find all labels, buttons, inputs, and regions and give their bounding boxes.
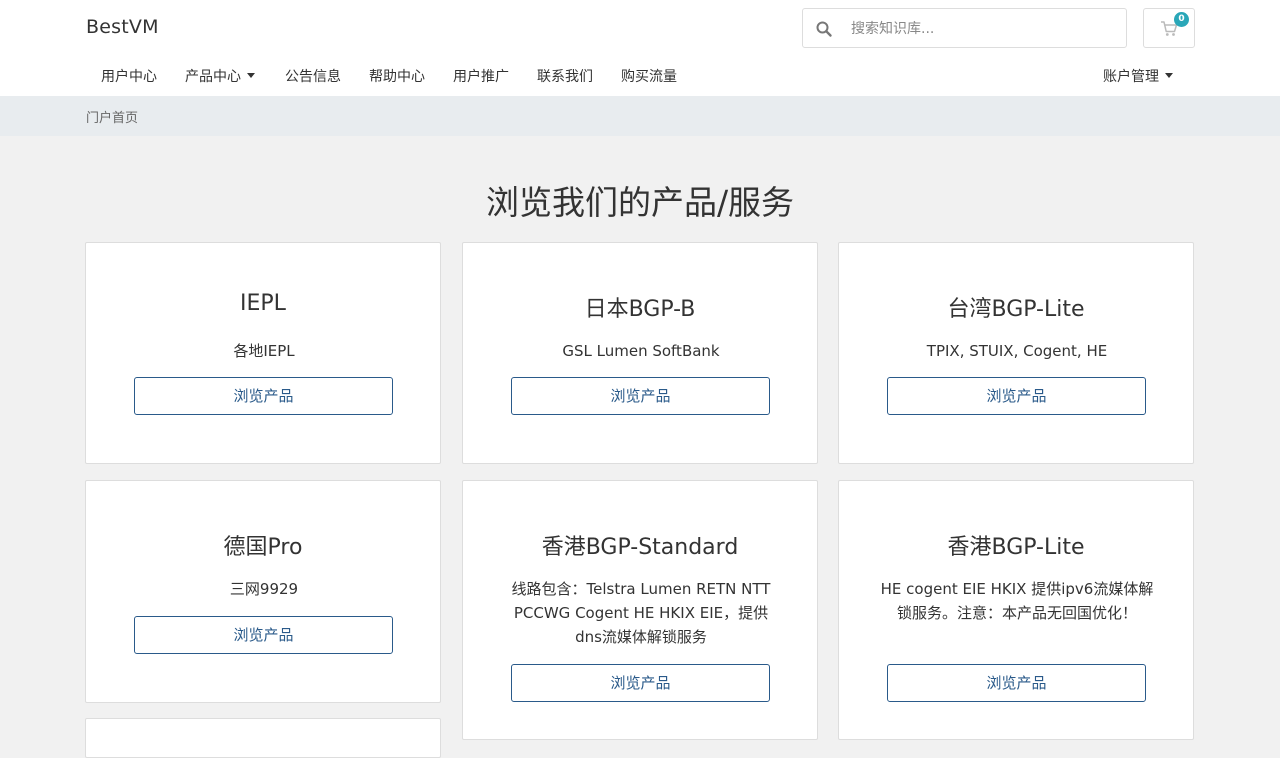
product-card-taiwan-bgp-lite: 台湾BGP-Lite TPIX, STUIX, Cogent, HE 浏览产品: [838, 242, 1194, 464]
chevron-down-icon: [247, 72, 255, 78]
product-card-partial: [85, 718, 441, 758]
nav-item-label: 用户推广: [453, 69, 509, 85]
nav-item-label: 联系我们: [537, 69, 593, 85]
product-description: HE cogent EIE HKIX 提供ipv6流媒体解锁服务。注意：本产品无…: [880, 580, 1154, 622]
browse-products-button[interactable]: 浏览产品: [887, 377, 1146, 415]
breadcrumb: 门户首页: [86, 111, 139, 126]
nav-item-label: 账户管理: [1103, 69, 1159, 85]
product-name: 日本BGP-B: [584, 297, 696, 322]
product-description: TPIX, STUIX, Cogent, HE: [926, 342, 1108, 360]
product-name: 台湾BGP-Lite: [947, 297, 1085, 322]
nav-item-buy-traffic[interactable]: 购买流量: [621, 66, 677, 86]
nav-item-user-center[interactable]: 用户中心: [101, 66, 157, 86]
knowledgebase-search[interactable]: [802, 8, 1127, 48]
chevron-down-icon: [1165, 72, 1173, 78]
product-name: 香港BGP-Lite: [947, 535, 1085, 560]
product-card-hk-bgp-standard: 香港BGP-Standard 线路包含：Telstra Lumen RETN N…: [462, 480, 818, 740]
breadcrumb-bar: 门户首页: [0, 96, 1280, 136]
product-card-germany-pro: 德国Pro 三网9929 浏览产品: [85, 480, 441, 703]
product-name: IEPL: [240, 291, 286, 316]
product-description: 线路包含：Telstra Lumen RETN NTT PCCWG Cogent…: [511, 580, 771, 646]
nav-item-announcements[interactable]: 公告信息: [285, 66, 341, 86]
browse-products-button[interactable]: 浏览产品: [134, 616, 393, 654]
product-name: 德国Pro: [223, 535, 303, 560]
browse-products-button[interactable]: 浏览产品: [134, 377, 393, 415]
product-description: 各地IEPL: [233, 342, 295, 360]
nav-item-affiliates[interactable]: 用户推广: [453, 66, 509, 86]
site-header: BestVM 0 用户中心 产品中心 公告信息 帮助中心 用户推广 联系我们 购…: [0, 0, 1280, 96]
search-icon[interactable]: [815, 20, 833, 38]
brand-logo[interactable]: BestVM: [86, 16, 159, 38]
page-title: 浏览我们的产品/服务: [485, 183, 795, 222]
nav-item-label: 帮助中心: [369, 69, 425, 85]
browse-products-button[interactable]: 浏览产品: [887, 664, 1146, 702]
browse-products-button[interactable]: 浏览产品: [511, 377, 770, 415]
nav-item-label: 购买流量: [621, 69, 677, 85]
cart-button[interactable]: 0: [1143, 8, 1195, 48]
product-description: 三网9929: [229, 580, 299, 598]
product-description: GSL Lumen SoftBank: [562, 342, 720, 360]
product-card-hk-bgp-lite: 香港BGP-Lite HE cogent EIE HKIX 提供ipv6流媒体解…: [838, 480, 1194, 740]
nav-item-account[interactable]: 账户管理: [1103, 66, 1173, 86]
product-name: 香港BGP-Standard: [541, 535, 739, 560]
browse-products-button[interactable]: 浏览产品: [511, 664, 770, 702]
cart-count-badge: 0: [1174, 12, 1189, 27]
nav-item-help-center[interactable]: 帮助中心: [369, 66, 425, 86]
product-card-iepl: IEPL 各地IEPL 浏览产品: [85, 242, 441, 464]
nav-item-label: 用户中心: [101, 69, 157, 85]
nav-item-label: 产品中心: [185, 69, 241, 85]
product-card-japan-bgp-b: 日本BGP-B GSL Lumen SoftBank 浏览产品: [462, 242, 818, 464]
nav-item-label: 公告信息: [285, 69, 341, 85]
search-input[interactable]: [851, 17, 1111, 41]
nav-item-products[interactable]: 产品中心: [185, 66, 255, 86]
nav-item-contact[interactable]: 联系我们: [537, 66, 593, 86]
